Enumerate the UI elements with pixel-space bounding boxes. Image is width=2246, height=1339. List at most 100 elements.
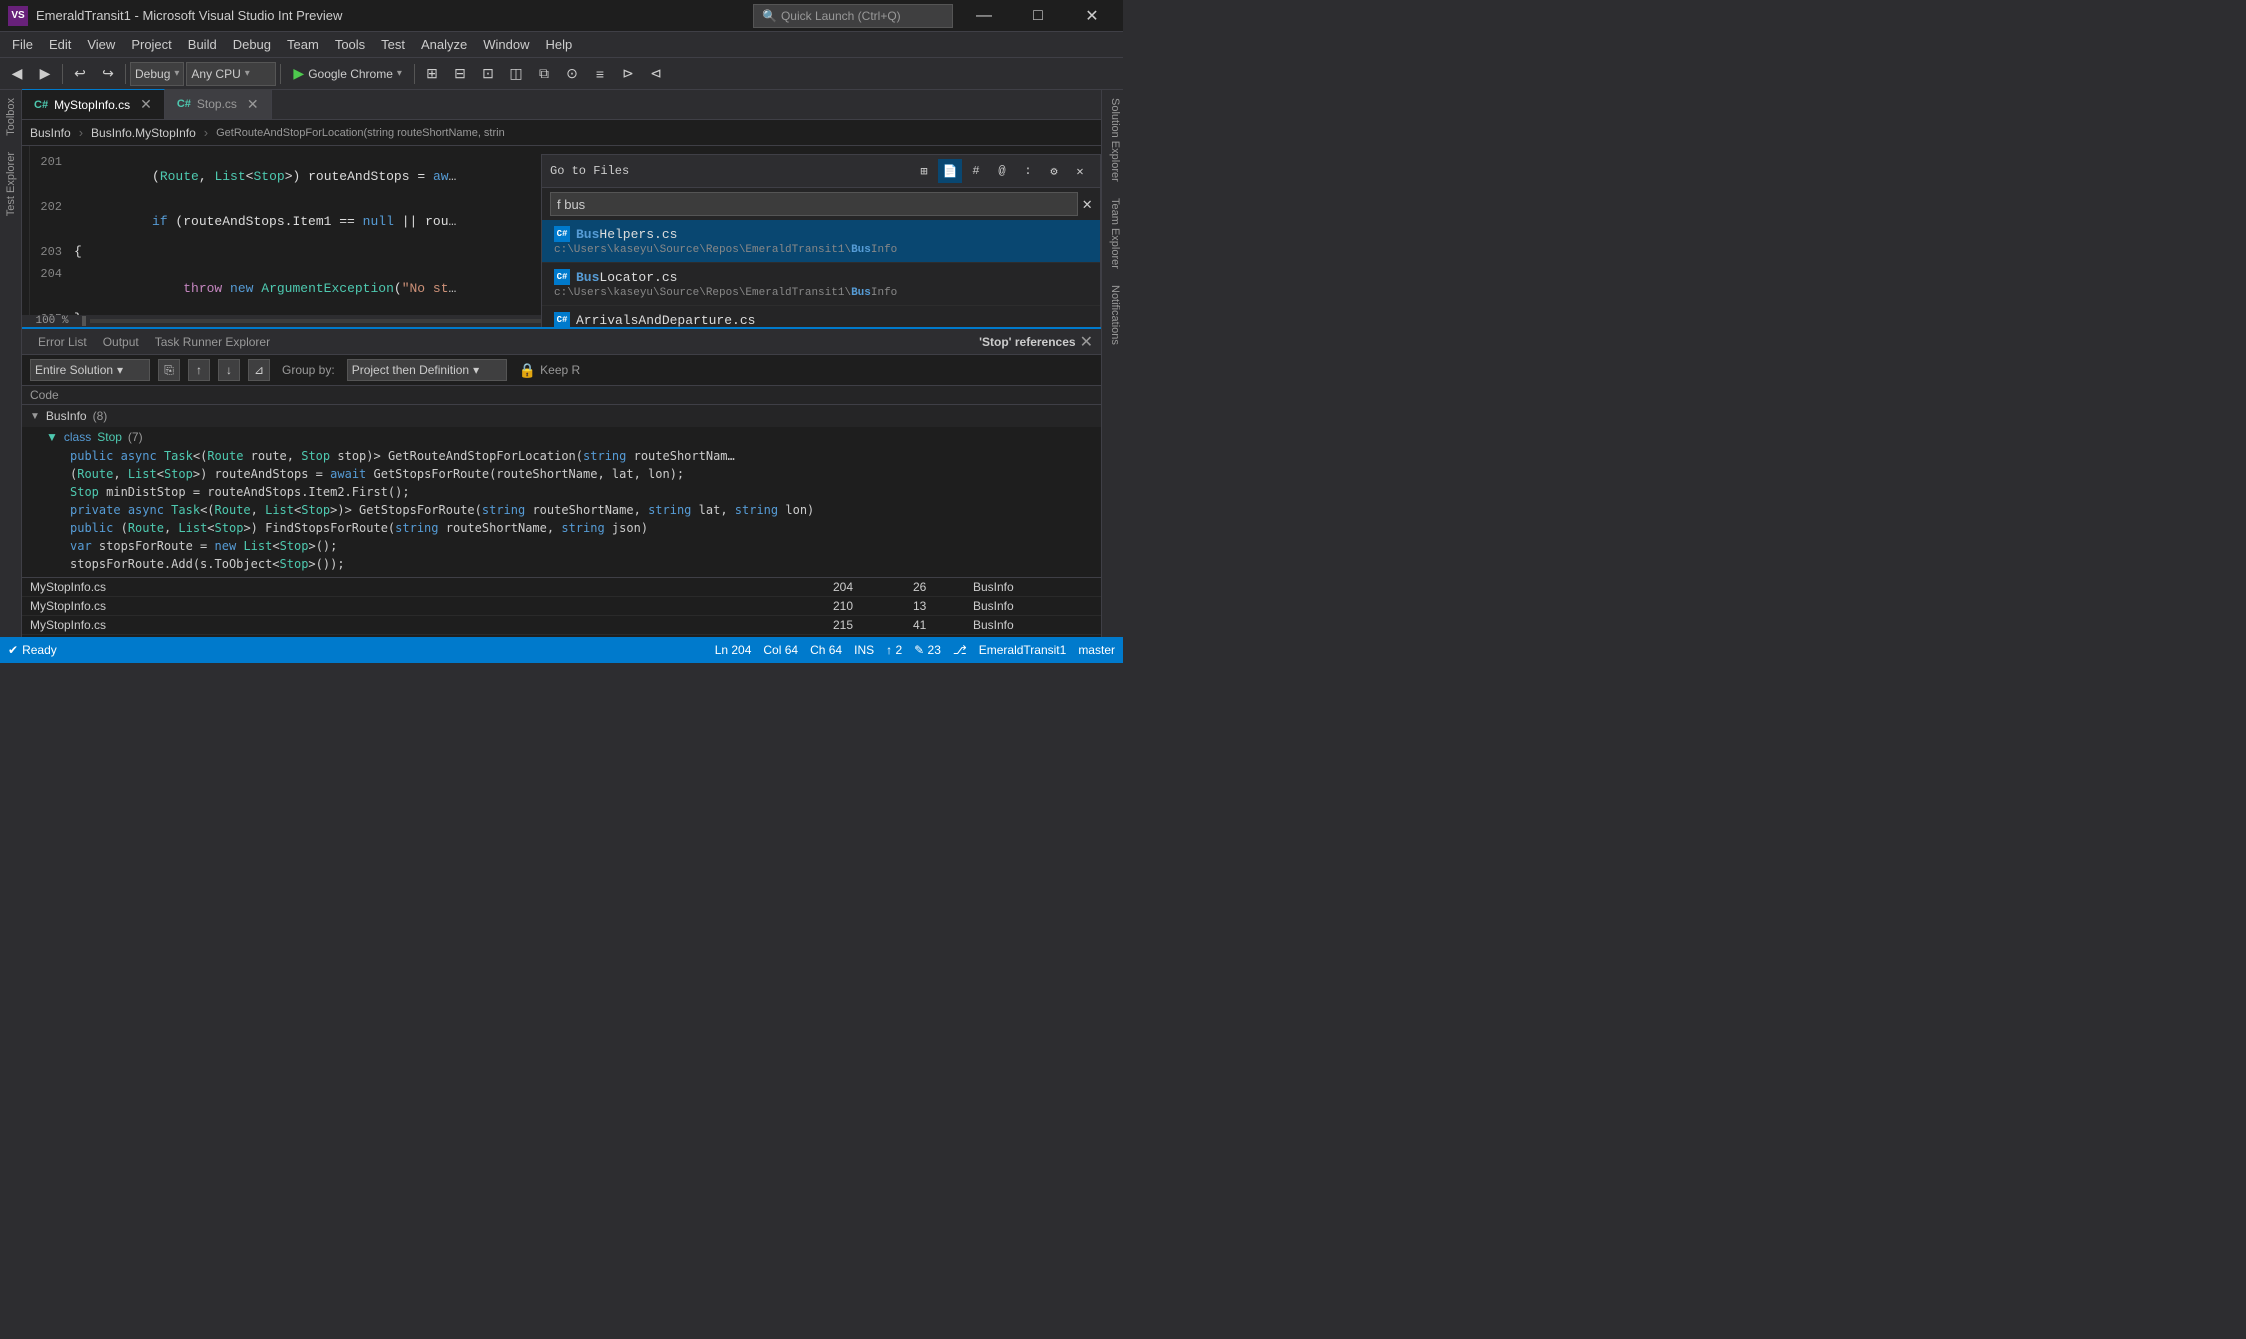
breadcrumb-class[interactable]: BusInfo xyxy=(22,126,79,140)
group-count: (8) xyxy=(93,409,108,423)
status-ready: ✔ Ready xyxy=(8,643,57,657)
ref-item-5[interactable]: public (Route, List<Stop>) FindStopsForR… xyxy=(38,519,1101,537)
toolbar: ◀ ▶ ↩ ↪ Debug ▾ Any CPU ▾ ▶ Google Chrom… xyxy=(0,58,1123,90)
toolbar-forward[interactable]: ▶ xyxy=(32,61,58,87)
ref-row-3[interactable]: MyStopInfo.cs 215 41 BusInfo xyxy=(22,616,1101,635)
find-settings-btn[interactable]: ⚙ xyxy=(1042,159,1066,183)
tab-stop-close[interactable]: ✕ xyxy=(247,96,259,113)
ref-item-7[interactable]: stopsForRoute.Add(s.ToObject<Stop>()); xyxy=(38,555,1101,573)
tab-stop[interactable]: C# Stop.cs ✕ xyxy=(165,89,272,119)
menu-help[interactable]: Help xyxy=(538,32,581,58)
status-ch: Ch 64 xyxy=(810,643,842,657)
menu-view[interactable]: View xyxy=(79,32,123,58)
find-input[interactable] xyxy=(550,192,1078,216)
toolbar-btn-7[interactable]: ≡ xyxy=(587,61,613,87)
bottom-tab-output[interactable]: Output xyxy=(95,333,147,351)
find-line-btn[interactable]: : xyxy=(1016,159,1040,183)
menu-analyze[interactable]: Analyze xyxy=(413,32,475,58)
menu-project[interactable]: Project xyxy=(123,32,179,58)
toolbar-btn-6[interactable]: ⊙ xyxy=(559,61,585,87)
minimize-button[interactable]: — xyxy=(961,0,1007,32)
close-button[interactable]: ✕ xyxy=(1069,0,1115,32)
file-item-bushelpers[interactable]: C# BusHelpers.cs c:\Users\kaseyu\Source\… xyxy=(542,220,1100,263)
panel-close-btn[interactable]: ✕ xyxy=(1080,332,1093,352)
toolbar-sep-1 xyxy=(62,64,63,84)
col-code: Code xyxy=(30,388,833,402)
find-panel: Go to Files ⊞ 📄 # @ : ⚙ ✕ ✕ xyxy=(541,154,1101,327)
cs-icon-arrivals: C# xyxy=(554,312,570,327)
group-name: BusInfo xyxy=(46,409,87,423)
ref-up-btn[interactable]: ↑ xyxy=(188,359,210,381)
maximize-button[interactable]: □ xyxy=(1015,0,1061,32)
solution-explorer-tab[interactable]: Solution Explorer xyxy=(1102,90,1123,190)
toolbar-btn-9[interactable]: ⊲ xyxy=(643,61,669,87)
ref-item-6[interactable]: var stopsForRoute = new List<Stop>(); xyxy=(38,537,1101,555)
toolbar-btn-3[interactable]: ⊡ xyxy=(475,61,501,87)
groupby-dropdown[interactable]: Project then Definition ▾ xyxy=(347,359,507,381)
ref-group-header-businfo[interactable]: ▼ BusInfo (8) xyxy=(22,405,1101,427)
test-explorer-tab[interactable]: Test Explorer xyxy=(3,144,19,224)
status-arrows: ↑ 2 xyxy=(886,643,902,657)
toolbar-back[interactable]: ◀ xyxy=(4,61,30,87)
class-keyword: class xyxy=(64,430,91,444)
code-editor[interactable]: 201 (Route, List<Stop>) routeAndStops = … xyxy=(22,146,1101,327)
menu-file[interactable]: File xyxy=(4,32,41,58)
ref-row-1[interactable]: MyStopInfo.cs 204 26 BusInfo xyxy=(22,578,1101,597)
tab-mystopinfo-close[interactable]: ✕ xyxy=(140,96,152,113)
groupby-arrow: ▾ xyxy=(473,363,479,377)
ref-row-4[interactable]: MyStopInfo.cs 223 29 BusInfo xyxy=(22,635,1101,637)
quick-launch-bar[interactable]: 🔍 Quick Launch (Ctrl+Q) xyxy=(753,4,953,28)
scope-dropdown[interactable]: Entire Solution ▾ xyxy=(30,359,150,381)
menu-test[interactable]: Test xyxy=(373,32,413,58)
ref-item-1[interactable]: public async Task<(Route route, Stop sto… xyxy=(38,447,1101,465)
zoom-level[interactable]: 100 % xyxy=(35,315,68,327)
subgroup-count: (7) xyxy=(128,430,143,444)
toolbar-btn-2[interactable]: ⊟ xyxy=(447,61,473,87)
ref-item-3[interactable]: Stop minDistStop = routeAndStops.Item2.F… xyxy=(38,483,1101,501)
find-clear-btn[interactable]: ✕ xyxy=(1082,194,1092,214)
team-explorer-tab[interactable]: Team Explorer xyxy=(1102,190,1123,277)
references-table[interactable]: ▼ BusInfo (8) ▼ class Stop (7) xyxy=(22,405,1101,637)
find-member-btn[interactable]: @ xyxy=(990,159,1014,183)
bottom-tab-taskrunner[interactable]: Task Runner Explorer xyxy=(147,333,278,351)
toolbar-undo[interactable]: ↩ xyxy=(67,61,93,87)
menu-debug[interactable]: Debug xyxy=(225,32,279,58)
run-button[interactable]: ▶ Google Chrome ▾ xyxy=(285,63,410,84)
find-expand-btn[interactable]: ⊞ xyxy=(912,159,936,183)
find-close-all-btn[interactable]: ✕ xyxy=(1068,159,1092,183)
status-col: Col 64 xyxy=(763,643,798,657)
toolbar-btn-5[interactable]: ⧉ xyxy=(531,61,557,87)
menu-build[interactable]: Build xyxy=(180,32,225,58)
bottom-tab-errors[interactable]: Error List xyxy=(30,333,95,351)
menu-team[interactable]: Team xyxy=(279,32,327,58)
tab-mystopinfo[interactable]: C# MyStopInfo.cs ✕ xyxy=(22,89,165,119)
debug-config-dropdown[interactable]: Debug ▾ xyxy=(130,62,184,86)
notifications-tab[interactable]: Notifications xyxy=(1102,277,1123,353)
ref-filter-btn[interactable]: ⊿ xyxy=(248,359,270,381)
scope-arrow: ▾ xyxy=(117,363,123,377)
toolbar-sep-3 xyxy=(280,64,281,84)
menu-tools[interactable]: Tools xyxy=(327,32,373,58)
bottom-panel: Error List Output Task Runner Explorer '… xyxy=(22,327,1101,637)
toolbar-btn-8[interactable]: ⊳ xyxy=(615,61,641,87)
menu-window[interactable]: Window xyxy=(475,32,537,58)
toolbar-btn-4[interactable]: ◫ xyxy=(503,61,529,87)
toolbox-tab[interactable]: Toolbox xyxy=(3,90,19,144)
breadcrumb-method[interactable]: BusInfo.MyStopInfo xyxy=(83,126,204,140)
ref-item-2[interactable]: (Route, List<Stop>) routeAndStops = awai… xyxy=(38,465,1101,483)
toolbar-btn-1[interactable]: ⊞ xyxy=(419,61,445,87)
menu-edit[interactable]: Edit xyxy=(41,32,79,58)
platform-dropdown[interactable]: Any CPU ▾ xyxy=(186,62,276,86)
find-files-btn[interactable]: 📄 xyxy=(938,159,962,183)
ref-row-2[interactable]: MyStopInfo.cs 210 13 BusInfo xyxy=(22,597,1101,616)
file-item-arrivals[interactable]: C# ArrivalsAndDeparture.cs c:\Users\kase… xyxy=(542,306,1100,327)
file-item-buslocator[interactable]: C# BusLocator.cs c:\Users\kaseyu\Source\… xyxy=(542,263,1100,306)
breadcrumb-bar: BusInfo › BusInfo.MyStopInfo › GetRouteA… xyxy=(22,120,1101,146)
ref-subgroup-header-stop[interactable]: ▼ class Stop (7) xyxy=(38,427,1101,447)
ref-item-4[interactable]: private async Task<(Route, List<Stop>)> … xyxy=(38,501,1101,519)
window-title: EmeraldTransit1 - Microsoft Visual Studi… xyxy=(36,8,342,23)
ref-down-btn[interactable]: ↓ xyxy=(218,359,240,381)
find-symbol-btn[interactable]: # xyxy=(964,159,988,183)
toolbar-redo[interactable]: ↪ xyxy=(95,61,121,87)
ref-copy-btn[interactable]: ⎘ xyxy=(158,359,180,381)
